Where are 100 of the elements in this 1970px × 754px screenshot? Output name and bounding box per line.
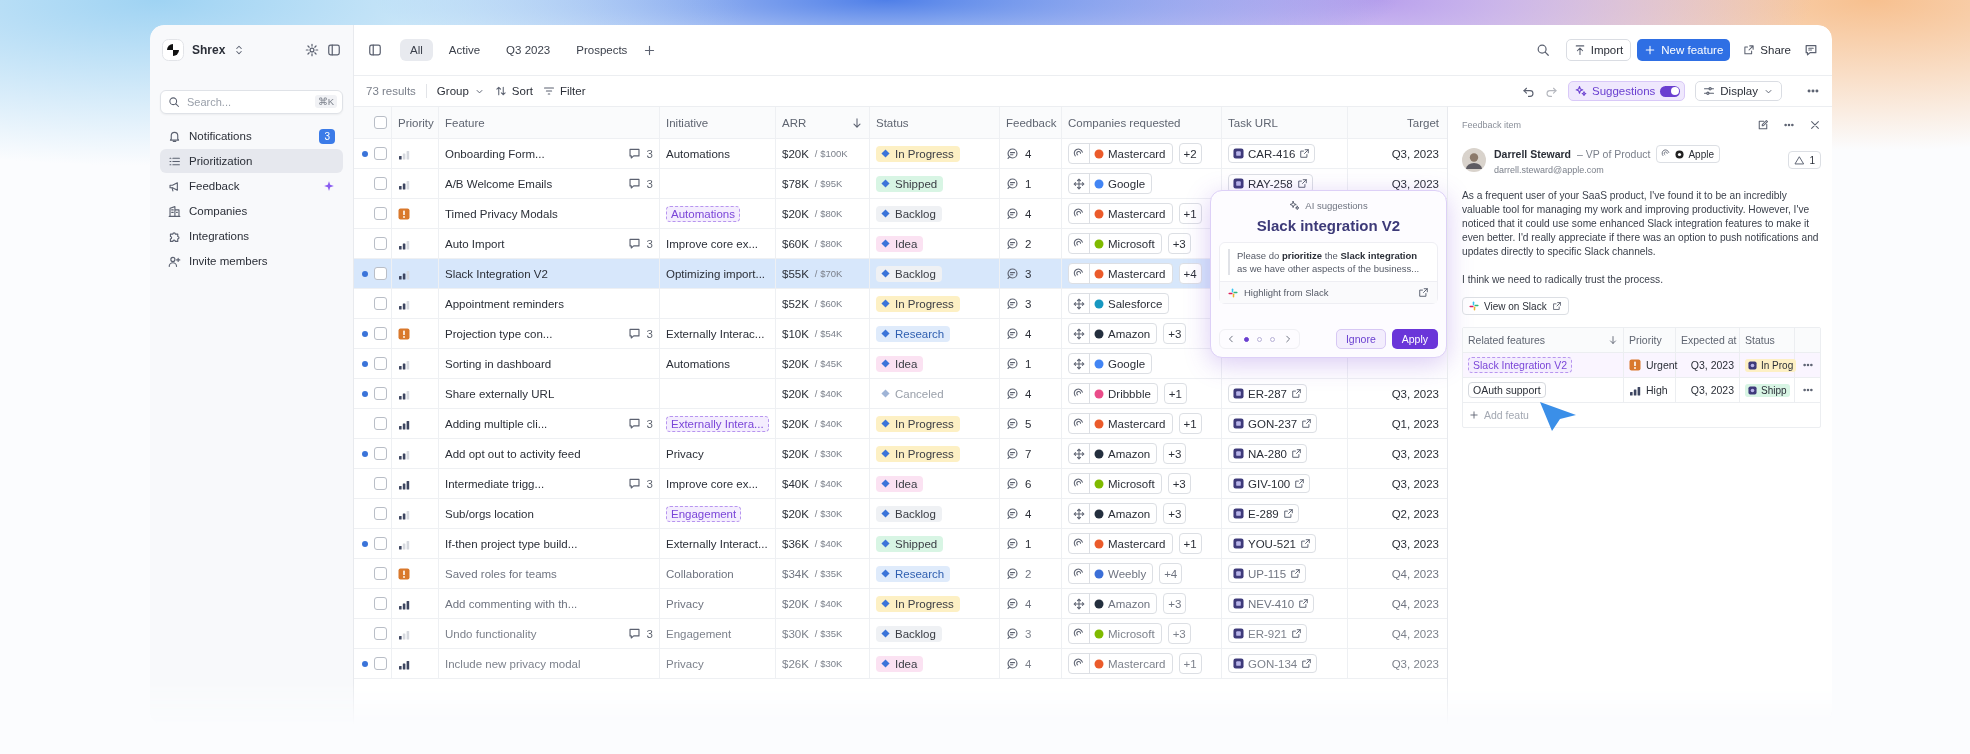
ignore-button[interactable]: Ignore	[1335, 329, 1386, 349]
row-checkbox[interactable]	[374, 237, 387, 250]
more-companies[interactable]: +1	[1178, 203, 1202, 224]
feature-name[interactable]: Add commenting with th...	[445, 597, 653, 610]
task-link[interactable]: ER-921	[1228, 624, 1307, 643]
column-header[interactable]: Status	[1745, 334, 1775, 346]
feature-name[interactable]: Timed Privacy Modals	[445, 207, 653, 220]
initiative-tag[interactable]: Automations	[666, 205, 740, 222]
column-header[interactable]: Initiative	[666, 116, 709, 129]
display-button[interactable]: Display	[1695, 81, 1782, 101]
more-companies[interactable]: +4	[1159, 563, 1183, 584]
task-link[interactable]: YOU-521	[1228, 534, 1316, 553]
previous-icon[interactable]	[1226, 334, 1236, 344]
workspace-name[interactable]: Shrex	[192, 43, 226, 57]
column-header[interactable]: Priority	[398, 116, 434, 129]
row-checkbox[interactable]	[374, 297, 387, 310]
more-companies[interactable]: +1	[1178, 413, 1202, 434]
more-companies[interactable]: +4	[1178, 263, 1202, 284]
initiative-tag[interactable]: Engagement	[666, 505, 742, 522]
task-link[interactable]: CAR-416	[1228, 144, 1316, 163]
feature-name[interactable]: Include new privacy modal	[445, 657, 653, 670]
feature-tag[interactable]: Slack Integration V2	[1468, 357, 1572, 373]
table-row[interactable]: Intermediate trigg... 3 Improve core ex... $40K / $40K Idea 6 Microsoft +3 GIV-100 Q3, 2023	[354, 469, 1447, 499]
feature-name[interactable]: Appointment reminders	[445, 297, 653, 310]
toggle-switch[interactable]	[1660, 85, 1681, 97]
column-header[interactable]: ARR	[782, 116, 807, 129]
feature-chip[interactable]: OAuth support	[1468, 382, 1546, 398]
row-checkbox[interactable]	[374, 477, 387, 490]
sidebar-item[interactable]: Invite members	[160, 249, 343, 273]
view-tab[interactable]: Q3 2023	[496, 39, 561, 61]
row-checkbox[interactable]	[374, 387, 387, 400]
view-on-slack-button[interactable]: View on Slack	[1462, 297, 1569, 315]
sidebar-item[interactable]: Companies	[160, 199, 343, 223]
import-button[interactable]: Import	[1565, 39, 1632, 61]
row-checkbox[interactable]	[374, 357, 387, 370]
more-companies[interactable]: +2	[1178, 143, 1202, 164]
feature-name[interactable]: Add opt out to activity feed	[445, 447, 653, 460]
feature-name[interactable]: Intermediate trigg...	[445, 477, 622, 490]
new-feature-button[interactable]: New feature	[1637, 39, 1731, 61]
table-row[interactable]: Saved roles for teams Collaboration $34K / $35K Research 2 Weebly +4 UP-115 Q4, 2023	[354, 559, 1447, 589]
column-header[interactable]: Expected at	[1681, 334, 1737, 346]
sidebar-item[interactable]: Notifications 3	[160, 124, 343, 148]
feature-name[interactable]: Slack Integration V2	[445, 267, 653, 280]
feature-name[interactable]: A/B Welcome Emails	[445, 177, 622, 190]
edit-icon[interactable]	[1757, 119, 1769, 131]
share-button[interactable]: Share	[1736, 39, 1798, 61]
suggestions-button[interactable]: Suggestions	[1568, 81, 1686, 101]
sort-down-icon[interactable]	[1608, 335, 1618, 345]
view-tab[interactable]: Prospects	[566, 39, 638, 61]
page-dot[interactable]	[1244, 336, 1249, 342]
sidebar-item[interactable]: Feedback	[160, 174, 343, 198]
plus-icon[interactable]	[1469, 410, 1479, 420]
row-checkbox[interactable]	[374, 447, 387, 460]
initiative-tag[interactable]: Externally Intera...	[666, 415, 769, 432]
more-companies[interactable]: +3	[1167, 623, 1191, 644]
row-checkbox[interactable]	[374, 657, 387, 670]
feature-name[interactable]: Share externally URL	[445, 387, 653, 400]
task-link[interactable]: GIV-100	[1228, 474, 1311, 493]
sidebar-item[interactable]: Prioritization	[160, 149, 343, 173]
feature-name[interactable]: Auto Import	[445, 237, 622, 250]
more-companies[interactable]: +1	[1163, 383, 1187, 404]
column-header[interactable]: Companies requested	[1068, 116, 1181, 129]
feature-name[interactable]: Saved roles for teams	[445, 567, 653, 580]
sidebar-toggle-icon[interactable]	[368, 43, 382, 57]
column-header[interactable]: Priority	[1629, 334, 1662, 346]
table-row[interactable]: Undo functionality 3 Engagement $30K / $35K Backlog 3 Microsoft +3 ER-921 Q4, 2023	[354, 619, 1447, 649]
table-row[interactable]: Include new privacy modal Privacy $26K / $30K Idea 4 Mastercard +1 GON-134 Q3, 2023	[354, 649, 1447, 679]
column-header[interactable]: Related features	[1468, 334, 1603, 346]
more-companies[interactable]: +3	[1163, 323, 1187, 344]
more-companies[interactable]: +1	[1178, 533, 1202, 554]
column-header[interactable]: Feature	[445, 116, 485, 129]
company-chip[interactable]: Apple	[1656, 145, 1720, 163]
more-companies[interactable]: +3	[1163, 443, 1187, 464]
row-checkbox[interactable]	[374, 507, 387, 520]
feature-name[interactable]: Projection type con...	[445, 327, 622, 340]
more-companies[interactable]: +3	[1167, 473, 1191, 494]
column-header[interactable]: Target	[1407, 116, 1439, 129]
table-row[interactable]: If-then project type build... Externally Interact... $36K / $40K Shipped 1 Mastercard +1 YOU-521 Q3, 2023	[354, 529, 1447, 559]
feature-name[interactable]: Onboarding Form...	[445, 147, 622, 160]
close-icon[interactable]	[1809, 119, 1821, 131]
more-companies[interactable]: +3	[1163, 503, 1187, 524]
row-checkbox[interactable]	[374, 147, 387, 160]
feature-name[interactable]: If-then project type build...	[445, 537, 653, 550]
filter-button[interactable]: Filter	[542, 80, 586, 102]
feature-name[interactable]: Sorting in dashboard	[445, 357, 653, 370]
select-all-checkbox[interactable]	[374, 116, 387, 129]
upvote-button[interactable]: 1	[1788, 151, 1821, 169]
column-header[interactable]: Feedback	[1006, 116, 1057, 129]
column-header[interactable]: Task URL	[1228, 116, 1278, 129]
sidebar-toggle-icon[interactable]	[327, 43, 341, 57]
more-companies[interactable]: +1	[1178, 653, 1202, 674]
sidebar-item[interactable]: Integrations	[160, 224, 343, 248]
row-checkbox[interactable]	[374, 567, 387, 580]
row-checkbox[interactable]	[374, 627, 387, 640]
column-header[interactable]: Status	[876, 116, 909, 129]
table-row[interactable]: Share externally URL $20K / $40K Canceled 4 Dribbble +1 ER-287 Q3, 2023	[354, 379, 1447, 409]
feature-name[interactable]: Adding multiple cli...	[445, 417, 622, 430]
feature-name[interactable]: Undo functionality	[445, 627, 622, 640]
table-row[interactable]: Add commenting with th... Privacy $20K / $40K In Progress 4 Amazon +3 NEV-410 Q4, 2023	[354, 589, 1447, 619]
view-tab[interactable]: All	[400, 39, 433, 61]
